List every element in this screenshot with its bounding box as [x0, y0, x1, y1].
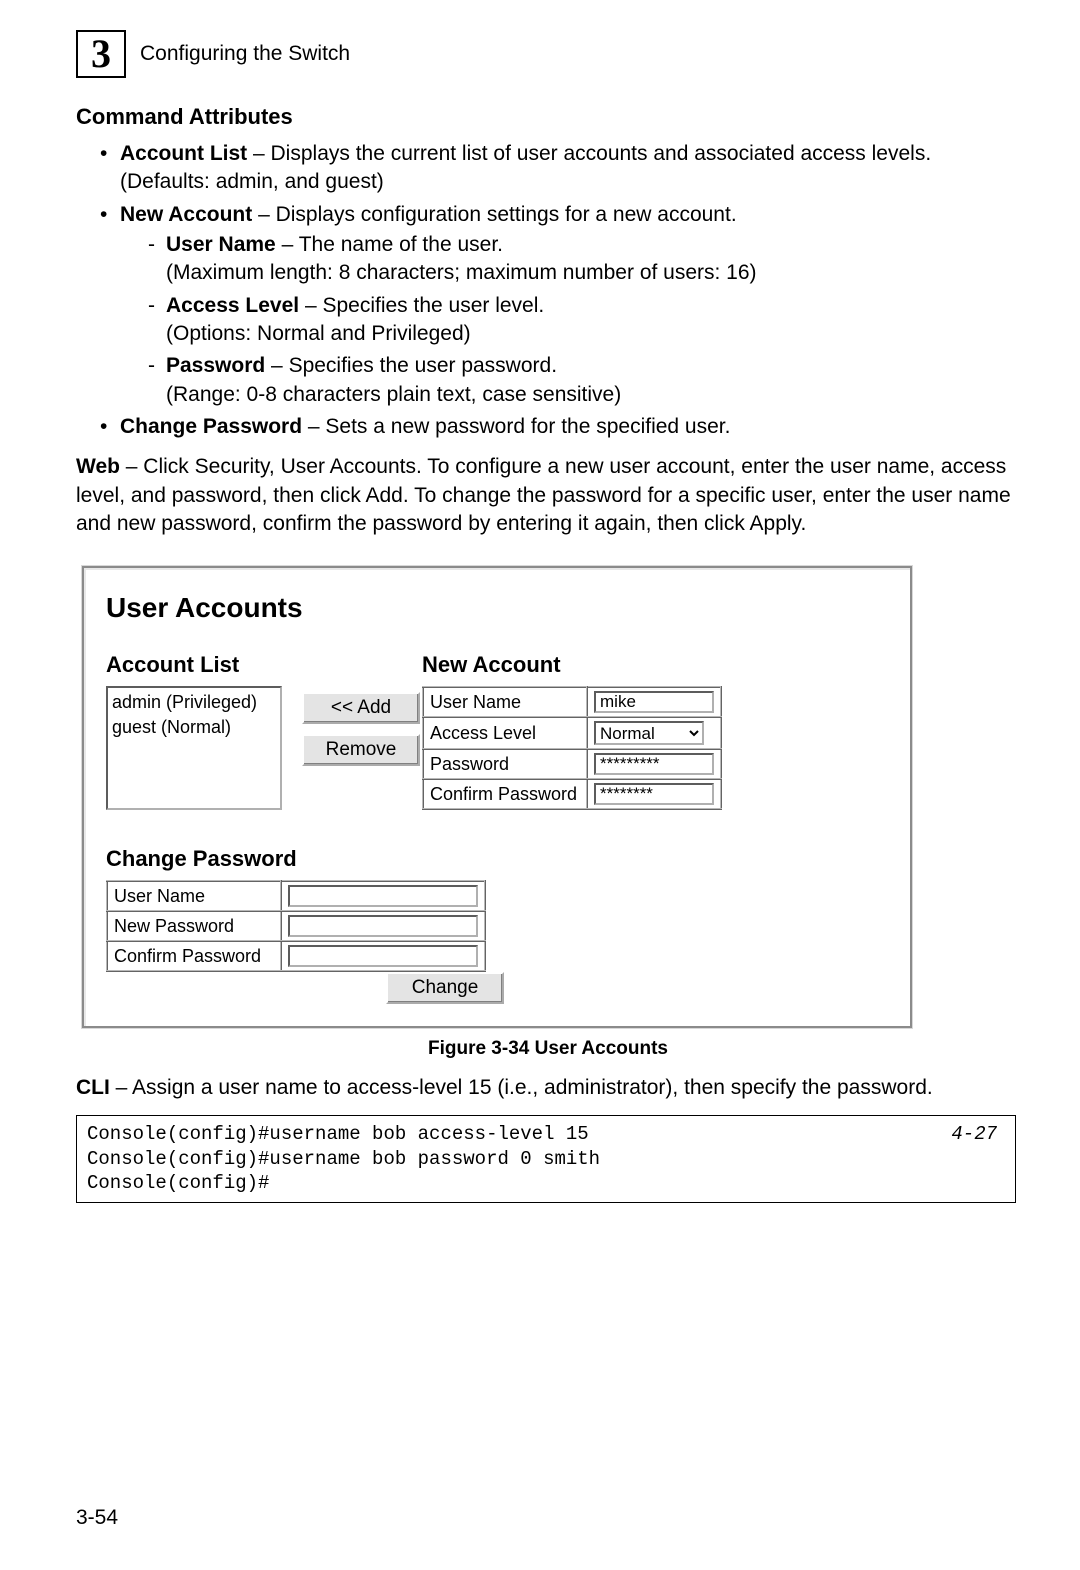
list-item: New Account – Displays configuration set…: [100, 201, 1020, 409]
list-item: User Name – The name of the user. (Maxim…: [148, 231, 1020, 288]
confirm-password-input[interactable]: [594, 783, 714, 805]
label: User Name: [166, 233, 276, 256]
cp-confirm-password-label: Confirm Password: [107, 941, 281, 971]
access-level-label: Access Level: [423, 717, 587, 749]
password-input[interactable]: [594, 753, 714, 775]
text: – Assign a user name to access-level 15 …: [110, 1076, 933, 1099]
account-list-block: Account List admin (Privileged) guest (N…: [106, 652, 282, 810]
cp-new-password-input[interactable]: [288, 915, 478, 937]
chapter-number-icon: 3: [76, 30, 126, 78]
user-accounts-panel: User Accounts Account List admin (Privil…: [82, 566, 912, 1028]
label: Change Password: [120, 415, 302, 438]
cp-new-password-label: New Password: [107, 911, 281, 941]
change-button[interactable]: Change: [386, 972, 504, 1004]
text: – Specifies the user level.: [299, 294, 544, 317]
panel-title: User Accounts: [106, 592, 884, 624]
cp-user-name-label: User Name: [107, 881, 281, 911]
web-paragraph: Web – Click Security, User Accounts. To …: [76, 453, 1020, 538]
account-list-item[interactable]: admin (Privileged): [112, 690, 276, 714]
account-list-heading: Account List: [106, 652, 282, 678]
account-list-box[interactable]: admin (Privileged) guest (Normal): [106, 686, 282, 810]
section-heading: Command Attributes: [76, 104, 1020, 130]
cli-paragraph: CLI – Assign a user name to access-level…: [76, 1074, 1020, 1102]
list-item: Access Level – Specifies the user level.…: [148, 292, 1020, 349]
label: Password: [166, 354, 265, 377]
remove-button[interactable]: Remove: [302, 734, 420, 766]
label: Web: [76, 455, 120, 478]
cp-confirm-password-input[interactable]: [288, 945, 478, 967]
new-account-heading: New Account: [422, 652, 722, 678]
list-item: Password – Specifies the user password. …: [148, 352, 1020, 409]
cli-line: Console(config)#: [87, 1172, 269, 1194]
text: – Sets a new password for the specified …: [302, 415, 730, 438]
cli-page-ref: 4-27: [951, 1122, 997, 1147]
figure-caption: Figure 3-34 User Accounts: [76, 1038, 1020, 1060]
confirm-password-label: Confirm Password: [423, 779, 587, 809]
password-label: Password: [423, 749, 587, 779]
page-number: 3-54: [76, 1506, 118, 1530]
cli-line: Console(config)#username bob password 0 …: [87, 1148, 600, 1170]
add-button[interactable]: << Add: [302, 692, 420, 724]
list-buttons: << Add Remove: [302, 692, 402, 766]
chapter-title: Configuring the Switch: [140, 42, 350, 66]
new-account-table: User Name Access Level Normal Password: [422, 686, 722, 810]
label: Account List: [120, 142, 247, 165]
user-name-input[interactable]: [594, 691, 714, 713]
text: (Options: Normal and Privileged): [166, 322, 471, 345]
user-name-label: User Name: [423, 687, 587, 717]
label: CLI: [76, 1076, 110, 1099]
text: – Specifies the user password.: [265, 354, 557, 377]
attribute-list: Account List – Displays the current list…: [100, 140, 1020, 441]
text: (Range: 0-8 characters plain text, case …: [166, 383, 621, 406]
list-item: Account List – Displays the current list…: [100, 140, 1020, 197]
cp-user-name-input[interactable]: [288, 885, 478, 907]
cli-line: Console(config)#username bob access-leve…: [87, 1123, 589, 1145]
text: – Click Security, User Accounts. To conf…: [76, 455, 1011, 535]
text: – Displays configuration settings for a …: [252, 203, 736, 226]
chapter-header: 3 Configuring the Switch: [76, 30, 1020, 78]
text: (Maximum length: 8 characters; maximum n…: [166, 261, 757, 284]
list-item: Change Password – Sets a new password fo…: [100, 413, 1020, 441]
text: – The name of the user.: [276, 233, 503, 256]
label: New Account: [120, 203, 252, 226]
change-password-heading: Change Password: [106, 846, 884, 872]
new-account-block: New Account User Name Access Level Norma…: [422, 652, 722, 810]
label: Access Level: [166, 294, 299, 317]
account-list-item[interactable]: guest (Normal): [112, 715, 276, 739]
change-password-block: Change Password User Name New Password C…: [106, 846, 884, 1004]
cli-example-box: 4-27 Console(config)#username bob access-…: [76, 1115, 1016, 1203]
change-password-table: User Name New Password Confirm Password: [106, 880, 486, 972]
access-level-select[interactable]: Normal: [594, 721, 704, 745]
